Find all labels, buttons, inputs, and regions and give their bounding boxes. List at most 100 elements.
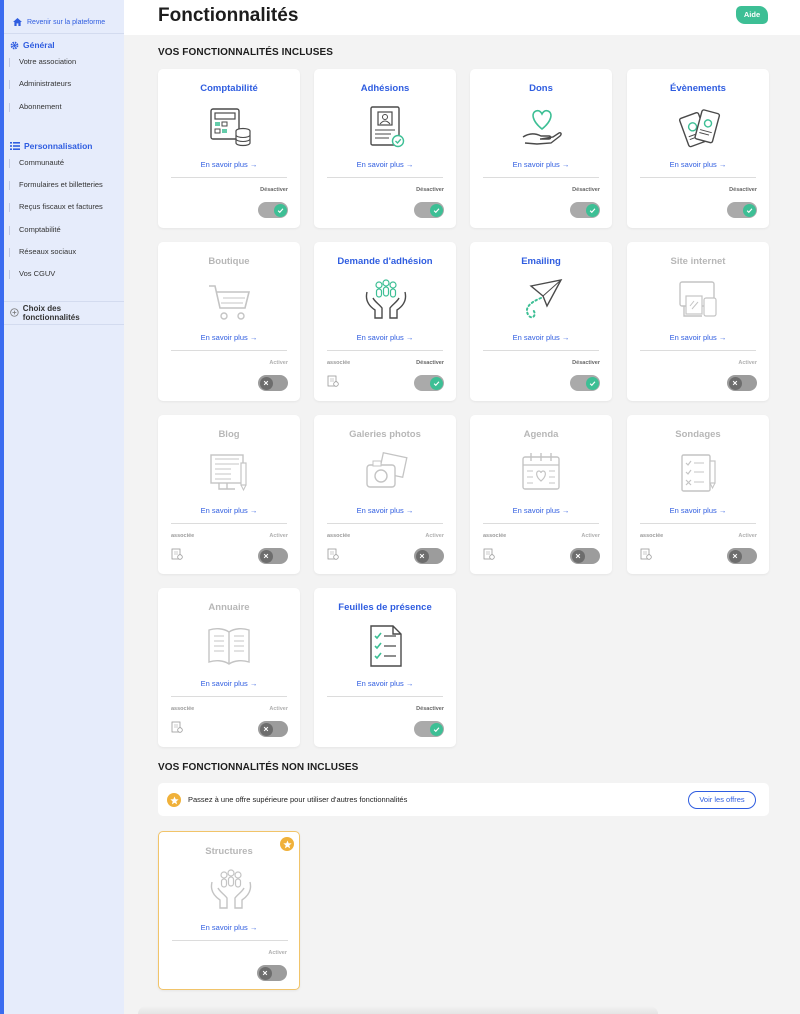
divider	[327, 177, 443, 178]
divider	[327, 523, 443, 524]
divider	[171, 350, 287, 351]
check-icon	[589, 207, 595, 213]
learn-more-link[interactable]: En savoir plus →	[627, 160, 769, 169]
divider	[640, 350, 756, 351]
associated-label: associée	[171, 533, 195, 539]
feature-card-sondages: Sondages En savoir plus → associée Activer	[627, 415, 769, 574]
toggle-action-label: Activer	[425, 533, 444, 539]
learn-more-link[interactable]: En savoir plus →	[314, 679, 456, 688]
toggle-knob	[429, 722, 443, 736]
feature-toggle[interactable]	[257, 965, 287, 981]
associated-feature-icon	[640, 548, 652, 560]
learn-more-link[interactable]: En savoir plus →	[470, 333, 612, 342]
feature-toggle[interactable]	[570, 548, 600, 564]
structures-icon	[210, 869, 252, 909]
feature-title: Feuilles de présence	[338, 602, 432, 613]
accounting-icon	[210, 108, 251, 147]
sidebar-item-formulaires[interactable]: Formulaires et billetteries	[4, 174, 124, 196]
home-icon	[13, 18, 22, 26]
survey-icon	[681, 454, 716, 492]
learn-more-link[interactable]: En savoir plus →	[158, 506, 300, 515]
x-icon	[263, 553, 269, 559]
toggle-action-label: Désactiver	[416, 360, 444, 366]
feature-toggle[interactable]	[258, 375, 288, 391]
sidebar-item-choix-fonctionnalites[interactable]: Choix des fonctionnalités	[4, 300, 124, 325]
people-hands-icon	[365, 279, 407, 319]
sidebar-item-votre-association[interactable]: Votre association	[4, 51, 124, 73]
associated-label: associée	[483, 533, 507, 539]
toggle-knob	[585, 203, 599, 217]
associated-feature-icon	[483, 548, 495, 560]
toggle-action-label: Activer	[581, 533, 600, 539]
sidebar-item-communaute[interactable]: Communauté	[4, 152, 124, 174]
check-icon	[433, 207, 439, 213]
feature-title: Site internet	[670, 256, 726, 267]
learn-more-link[interactable]: En savoir plus →	[470, 160, 612, 169]
x-icon	[419, 553, 425, 559]
divider	[171, 523, 287, 524]
sidebar-item-administrateurs[interactable]: Administrateurs	[4, 73, 124, 95]
x-icon	[732, 380, 738, 386]
feature-toggle[interactable]	[727, 202, 757, 218]
feature-toggle[interactable]	[414, 375, 444, 391]
feature-card-comptabilite: Comptabilité En savoir plus → Désactiver	[158, 69, 300, 228]
learn-more-link[interactable]: En savoir plus →	[159, 923, 299, 932]
feature-toggle[interactable]	[727, 548, 757, 564]
toggle-knob	[571, 549, 585, 563]
feature-card-evenements: Évènements En savoir plus → Désactiver	[627, 69, 769, 228]
feature-card-site-internet: Site internet En savoir plus → Activer	[627, 242, 769, 401]
associated-feature-icon	[327, 548, 339, 560]
learn-more-link[interactable]: En savoir plus →	[314, 506, 456, 515]
toggle-action-label: Désactiver	[260, 187, 288, 193]
view-offers-button[interactable]: Voir les offres	[688, 791, 756, 809]
sidebar-item-comptabilite[interactable]: Comptabilité	[4, 219, 124, 241]
sidebar-item-cguv[interactable]: Vos CGUV	[4, 263, 124, 285]
feature-toggle[interactable]	[414, 721, 444, 737]
learn-more-link[interactable]: En savoir plus →	[158, 160, 300, 169]
associated-feature-icon	[171, 548, 183, 560]
not-included-section-title: VOS FONCTIONNALITÉS NON INCLUSES	[158, 762, 359, 773]
toggle-knob	[728, 549, 742, 563]
back-to-platform-link[interactable]: Revenir sur la plateforme	[4, 0, 124, 32]
divider	[171, 177, 287, 178]
feature-card-boutique: Boutique En savoir plus → Activer	[158, 242, 300, 401]
check-icon	[277, 207, 283, 213]
sidebar-item-abonnement[interactable]: Abonnement	[4, 96, 124, 118]
learn-more-link[interactable]: En savoir plus →	[158, 333, 300, 342]
associated-feature-icon	[327, 375, 339, 387]
learn-more-link[interactable]: En savoir plus →	[158, 679, 300, 688]
feature-card-agenda: Agenda En savoir plus → associée Activer	[470, 415, 612, 574]
feature-card-adhesions: Adhésions En savoir plus → Désactiver	[314, 69, 456, 228]
feature-title: Boutique	[208, 256, 250, 267]
sidebar: Revenir sur la plateforme Général Votre …	[0, 0, 124, 1014]
learn-more-link[interactable]: En savoir plus →	[627, 506, 769, 515]
feature-toggle[interactable]	[570, 202, 600, 218]
feature-toggle[interactable]	[727, 375, 757, 391]
section-personnalisation: Personnalisation	[4, 140, 124, 152]
help-button[interactable]: Aide	[736, 6, 768, 24]
learn-more-link[interactable]: En savoir plus →	[627, 333, 769, 342]
learn-more-link[interactable]: En savoir plus →	[470, 506, 612, 515]
feature-toggle[interactable]	[570, 375, 600, 391]
learn-more-link[interactable]: En savoir plus →	[314, 333, 456, 342]
feature-card-demande-d-adhesion: Demande d'adhésion En savoir plus → associ…	[314, 242, 456, 401]
feature-toggle[interactable]	[414, 548, 444, 564]
divider	[327, 350, 443, 351]
feature-card-annuaire: Annuaire En savoir plus → associée Activer	[158, 588, 300, 747]
feature-toggle[interactable]	[258, 202, 288, 218]
feature-title: Annuaire	[208, 602, 250, 613]
divider	[483, 523, 599, 524]
feature-toggle[interactable]	[414, 202, 444, 218]
sidebar-item-reseaux-sociaux[interactable]: Réseaux sociaux	[4, 241, 124, 263]
feature-title: Adhésions	[360, 83, 410, 94]
top-bar: Fonctionnalités Aide	[124, 0, 800, 35]
toggle-action-label: Activer	[269, 706, 288, 712]
feature-toggle[interactable]	[258, 548, 288, 564]
divider	[172, 940, 288, 941]
sidebar-item-recus-fiscaux[interactable]: Reçus fiscaux et factures	[4, 196, 124, 218]
feature-title: Structures	[205, 846, 253, 857]
learn-more-link[interactable]: En savoir plus →	[314, 160, 456, 169]
feature-toggle[interactable]	[258, 721, 288, 737]
section-general: Général	[4, 39, 124, 51]
gear-icon	[10, 41, 19, 49]
